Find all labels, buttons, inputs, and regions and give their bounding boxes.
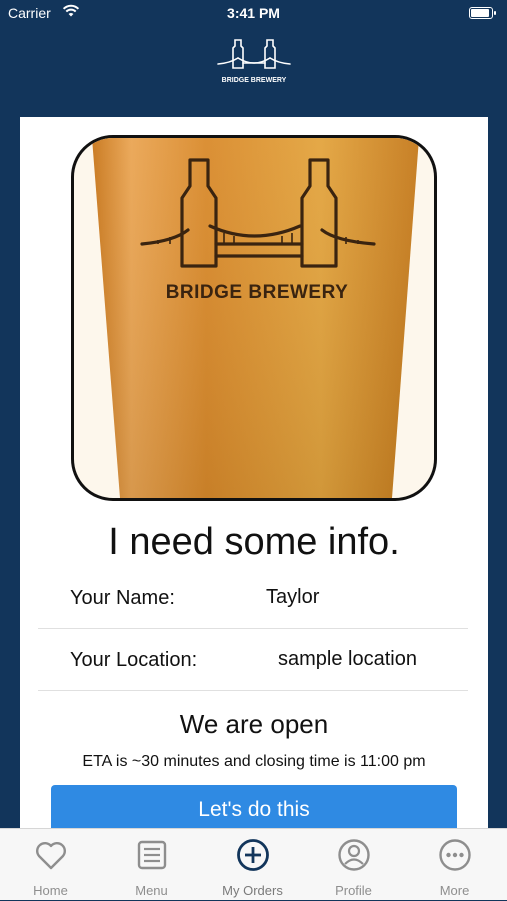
tab-label: More <box>439 883 470 898</box>
tab-label: Menu <box>135 883 168 898</box>
list-icon <box>137 840 167 870</box>
eta-text: ETA is ~30 minutes and closing time is 1… <box>82 753 426 770</box>
submit-button[interactable]: Let's do this <box>51 785 457 833</box>
name-row: Your Name: <box>38 567 468 629</box>
tab-menu[interactable]: Menu <box>101 829 202 901</box>
hero-logo-text: BRIDGE BREWERY <box>166 282 349 303</box>
tab-my-orders[interactable]: My Orders <box>202 829 303 901</box>
status-bar: Carrier 3:41 PM <box>0 0 507 28</box>
tab-label: Profile <box>335 883 372 898</box>
info-card: BRIDGE BREWERY I need some info. Your Na… <box>20 117 488 847</box>
name-field[interactable] <box>266 586 436 609</box>
brand-logo-text: BRIDGE BREWERY <box>222 77 287 84</box>
tab-profile[interactable]: Profile <box>303 829 404 901</box>
beer-glass-image: BRIDGE BREWERY <box>71 135 437 501</box>
tab-label: Home <box>33 883 68 898</box>
tab-more[interactable]: More <box>404 829 505 901</box>
tab-home[interactable]: Home <box>0 829 101 901</box>
more-icon <box>439 839 471 871</box>
clock: 3:41 PM <box>227 5 280 21</box>
battery-icon <box>469 7 496 19</box>
location-label: Your Location: <box>70 649 198 671</box>
person-circle-icon <box>338 839 370 871</box>
brand-logo: BRIDGE BREWERY <box>216 36 292 86</box>
heart-icon <box>36 842 66 870</box>
plus-circle-icon <box>237 839 269 871</box>
open-status: We are open <box>179 709 329 739</box>
name-label: Your Name: <box>70 587 175 609</box>
location-row: Your Location: <box>38 629 468 691</box>
location-field[interactable] <box>278 648 448 671</box>
page-title: I need some info. <box>108 521 400 563</box>
tab-bar: Home Menu My Orders Profile More <box>0 828 507 900</box>
tab-label: My Orders <box>222 883 283 898</box>
